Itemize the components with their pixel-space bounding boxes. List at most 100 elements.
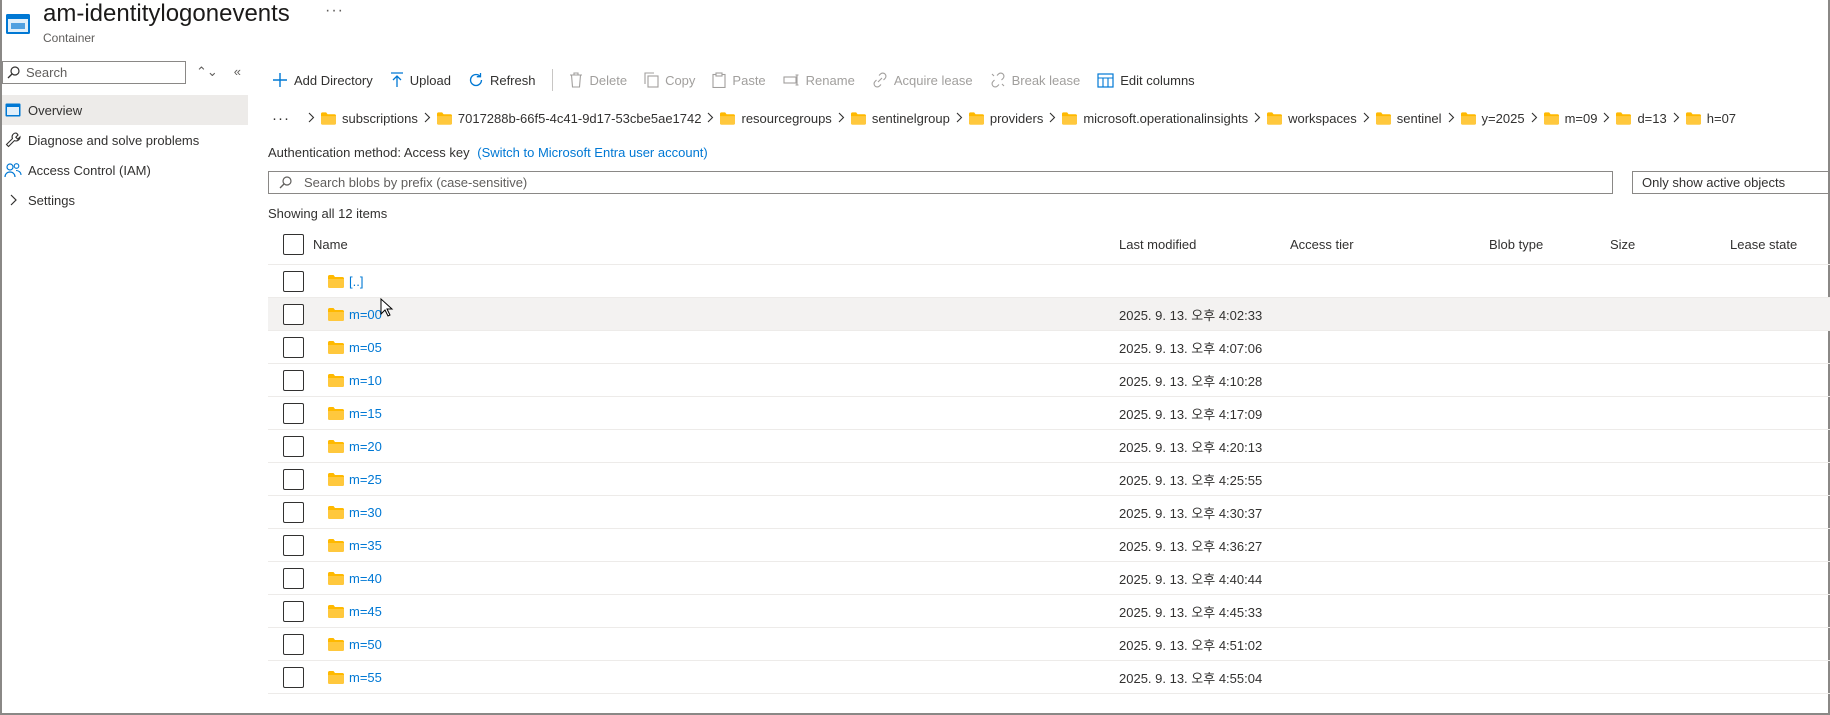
table-row[interactable]: m=35 2025. 9. 13. 오후 4:36:27 (268, 529, 1830, 562)
breadcrumb-item[interactable]: workspaces (1267, 111, 1357, 126)
column-blob-type[interactable]: Blob type (1489, 237, 1543, 252)
row-checkbox[interactable] (283, 468, 304, 490)
breadcrumb-item[interactable]: resourcegroups (720, 111, 832, 126)
breadcrumb-item[interactable]: sentinelgroup (850, 111, 950, 126)
breadcrumb-item[interactable]: subscriptions (321, 111, 418, 126)
folder-name[interactable]: m=45 (328, 604, 382, 619)
table-row[interactable]: m=50 2025. 9. 13. 오후 4:51:02 (268, 628, 1830, 661)
breadcrumb-item[interactable]: microsoft.operationalinsights (1062, 111, 1248, 126)
table-row[interactable]: m=25 2025. 9. 13. 오후 4:25:55 (268, 463, 1830, 496)
table-row[interactable]: m=05 2025. 9. 13. 오후 4:07:06 (268, 331, 1830, 364)
row-checkbox[interactable] (283, 600, 304, 622)
breadcrumb-item[interactable]: d=13 (1616, 111, 1667, 126)
sidebar-item-diagnose[interactable]: Diagnose and solve problems (2, 125, 248, 155)
table-row[interactable]: m=40 2025. 9. 13. 오후 4:40:44 (268, 562, 1830, 595)
row-checkbox[interactable] (283, 435, 304, 457)
table-row[interactable]: m=55 2025. 9. 13. 오후 4:55:04 (268, 661, 1830, 694)
folder-name[interactable]: m=30 (328, 505, 382, 520)
edit-columns-button[interactable]: Edit columns (1097, 73, 1195, 88)
row-checkbox[interactable] (283, 633, 304, 655)
breadcrumb-item[interactable]: sentinel (1375, 111, 1442, 126)
folder-name[interactable]: m=15 (328, 406, 382, 421)
blob-search-box[interactable] (268, 171, 1613, 194)
table-row[interactable]: m=45 2025. 9. 13. 오후 4:45:33 (268, 595, 1830, 628)
row-checkbox[interactable] (283, 336, 304, 358)
column-size[interactable]: Size (1610, 237, 1635, 252)
breadcrumb-more-button[interactable]: ··· (272, 110, 290, 127)
expand-collapse-icon[interactable]: ⌃⌄ (196, 64, 218, 80)
folder-name[interactable]: m=35 (328, 538, 382, 553)
folder-link[interactable]: m=40 (349, 571, 382, 586)
folder-name[interactable]: m=50 (328, 637, 382, 652)
blob-search-input[interactable] (304, 175, 1594, 190)
folder-link[interactable]: m=30 (349, 505, 382, 520)
copy-button[interactable]: Copy (644, 72, 695, 88)
sidebar-search[interactable] (2, 61, 186, 84)
folder-name[interactable]: m=05 (328, 340, 382, 355)
column-access-tier[interactable]: Access tier (1290, 237, 1354, 252)
row-checkbox[interactable] (283, 270, 304, 292)
more-options-button[interactable]: ··· (325, 2, 344, 20)
break-lease-button[interactable]: Break lease (990, 72, 1080, 88)
sidebar-item-overview[interactable]: Overview (2, 95, 248, 125)
sidebar-search-input[interactable] (26, 65, 176, 80)
folder-link[interactable]: m=55 (349, 670, 382, 685)
rename-button[interactable]: Rename (783, 73, 855, 88)
table-row[interactable]: m=10 2025. 9. 13. 오후 4:10:28 (268, 364, 1830, 397)
folder-link[interactable]: m=25 (349, 472, 382, 487)
table-row[interactable]: [..] (268, 265, 1830, 298)
folder-name[interactable]: m=20 (328, 439, 382, 454)
folder-name[interactable]: [..] (328, 274, 363, 289)
column-name[interactable]: Name (313, 237, 348, 252)
folder-name[interactable]: m=00 (328, 307, 382, 322)
folder-link[interactable]: m=10 (349, 373, 382, 388)
row-checkbox[interactable] (283, 402, 304, 424)
table-row[interactable]: m=15 2025. 9. 13. 오후 4:17:09 (268, 397, 1830, 430)
refresh-button[interactable]: Refresh (468, 72, 535, 88)
switch-auth-link[interactable]: (Switch to Microsoft Entra user account) (477, 145, 707, 160)
acquire-lease-button[interactable]: Acquire lease (872, 72, 973, 88)
column-lease-state[interactable]: Lease state (1730, 237, 1797, 252)
paste-button[interactable]: Paste (712, 72, 766, 88)
delete-button[interactable]: Delete (569, 72, 627, 88)
sidebar-item-settings[interactable]: Settings (2, 185, 248, 215)
table-row[interactable]: m=00 2025. 9. 13. 오후 4:02:33 (268, 298, 1830, 331)
breadcrumb-item[interactable]: h=07 (1685, 111, 1736, 126)
folder-name[interactable]: m=25 (328, 472, 382, 487)
row-checkbox[interactable] (283, 534, 304, 556)
upload-button[interactable]: Upload (390, 72, 451, 88)
table-row[interactable]: m=30 2025. 9. 13. 오후 4:30:37 (268, 496, 1830, 529)
collapse-sidebar-icon[interactable]: « (234, 64, 241, 80)
breadcrumb-item[interactable]: providers (968, 111, 1043, 126)
row-checkbox[interactable] (283, 303, 304, 325)
row-checkbox[interactable] (283, 666, 304, 688)
active-objects-dropdown[interactable]: Only show active objects (1632, 171, 1830, 194)
sidebar-item-iam[interactable]: Access Control (IAM) (2, 155, 248, 185)
column-last-modified[interactable]: Last modified (1119, 237, 1196, 252)
table-row[interactable]: m=20 2025. 9. 13. 오후 4:20:13 (268, 430, 1830, 463)
last-modified-cell: 2025. 9. 13. 오후 4:55:04 (1119, 670, 1263, 686)
breadcrumb-item[interactable]: m=09 (1543, 111, 1597, 126)
mouse-cursor-icon (380, 298, 394, 317)
chevron-right-icon (1531, 111, 1538, 126)
select-all-checkbox[interactable] (283, 234, 304, 255)
folder-link[interactable]: m=50 (349, 637, 382, 652)
folder-name[interactable]: m=40 (328, 571, 382, 586)
folder-link[interactable]: m=00 (349, 307, 382, 322)
row-checkbox[interactable] (283, 501, 304, 523)
folder-link[interactable]: m=45 (349, 604, 382, 619)
folder-link[interactable]: [..] (349, 274, 363, 289)
folder-name[interactable]: m=55 (328, 670, 382, 685)
folder-link[interactable]: m=15 (349, 406, 382, 421)
folder-link[interactable]: m=20 (349, 439, 382, 454)
breadcrumb-item[interactable]: 7017288b-66f5-4c41-9d17-53cbe5ae1742 (436, 111, 701, 126)
breadcrumb-item[interactable]: y=2025 (1460, 111, 1525, 126)
folder-link[interactable]: m=05 (349, 340, 382, 355)
add-directory-button[interactable]: Add Directory (272, 72, 373, 88)
row-checkbox[interactable] (283, 369, 304, 391)
folder-name[interactable]: m=10 (328, 373, 382, 388)
folder-link[interactable]: m=35 (349, 538, 382, 553)
rename-label: Rename (805, 72, 855, 88)
item-count: Showing all 12 items (268, 206, 388, 221)
row-checkbox[interactable] (283, 567, 304, 589)
